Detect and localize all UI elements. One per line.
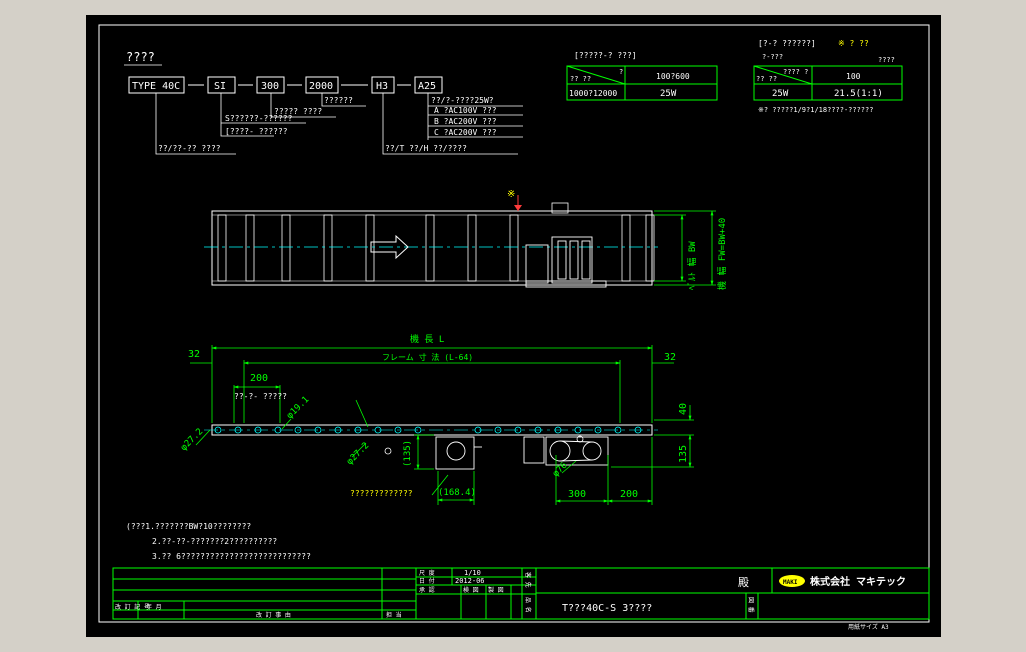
tb-no-label: 図 番: [747, 597, 754, 613]
paper-size: 用紙サイズ A3: [848, 623, 889, 631]
dim-d27-mid: φ27.2: [345, 441, 371, 467]
dim-135-left: (135): [403, 440, 413, 467]
dim-200b: 200: [620, 489, 638, 500]
table-left-row-value: 25W: [660, 89, 677, 99]
side-view: 機 長 L フレーム 寸 法 (L-64) 32 32 200 ??-?- ??…: [179, 333, 694, 505]
note-2: 2.??-??-???????2??????????: [152, 537, 277, 546]
table-left-title: [?????-? ???]: [574, 51, 637, 60]
table-right-row-value: 21.5(1:1): [834, 89, 883, 99]
tb-check: 検 図: [463, 586, 479, 594]
dim-32-right: 32: [664, 352, 676, 363]
tb-customer-suffix: 殿: [738, 576, 749, 589]
motor-note: ?????????????: [350, 489, 413, 498]
model-title: ????: [126, 50, 155, 64]
belt-slat: [509, 214, 519, 282]
table-right-diag-top: ?-???: [762, 53, 783, 61]
code-motor: A25: [418, 81, 436, 92]
dim-d76: φ76: [551, 461, 570, 480]
note-speed: ??/T ??/H ??/????: [385, 144, 467, 153]
tb-date-label: 日 付: [419, 577, 435, 585]
tb-person: 担 当: [386, 611, 402, 619]
note-motor-c: C ?AC200V ???: [434, 128, 497, 137]
belt-slat: [467, 214, 477, 282]
logo-mark: MAKI: [783, 579, 798, 586]
tb-scale-value: 1/10: [464, 569, 481, 577]
dim-length: 機 長 L: [410, 333, 444, 345]
fw-label: 機 幅 FW=BW+40: [716, 218, 728, 290]
dim-32-left: 32: [188, 349, 200, 360]
drive-unit-side: [435, 436, 609, 470]
table-right-col2: 100: [846, 72, 861, 81]
company-name: 株式会社 マキテック: [810, 575, 906, 588]
dim-168: (168.4): [438, 488, 476, 498]
tb-approve: 承 認: [419, 586, 435, 594]
tb-drawing-name: T???40C-S 3????: [562, 603, 652, 614]
note-3: 3.?? 6???????????????????????????: [152, 552, 311, 561]
code-type: TYPE 40C: [132, 81, 180, 92]
tb-name-label: 品 名: [524, 597, 532, 613]
tb-date-value: 2012-06: [455, 577, 485, 585]
note-1: (???1.???????BW?10????????: [126, 522, 251, 531]
model-code-section: ???? TYPE 40C SI 300 2000 H3 A25 ??/??-?…: [124, 50, 523, 155]
dim-d19: φ19.1: [285, 395, 311, 421]
belt-slat: [281, 214, 291, 282]
dim-frame: フレーム 寸 法 (L-64): [382, 352, 473, 362]
note-motor-a: A ?AC100V ???: [434, 106, 497, 115]
dim-135-right: 135: [678, 445, 689, 463]
note-type: ??/??-?? ????: [158, 144, 221, 153]
belt-slat: [365, 214, 375, 282]
belt-slat: [217, 214, 227, 282]
table-left-diag-top: ?: [619, 68, 623, 76]
dim-200: 200: [250, 373, 268, 384]
code-speed: H3: [376, 81, 388, 92]
tb-revision-content: 改 訂 事 由: [256, 611, 291, 619]
table-left-diag-bottom: ?? ??: [570, 75, 591, 83]
belt-slat: [245, 214, 255, 282]
belt-slats: [217, 214, 655, 282]
tension-bolt-left: [384, 447, 392, 455]
dim-d27-left: φ27.2: [179, 427, 205, 453]
ratio-table: [?-? ??????] ※ ? ?? ?-??? ???? ???? ? ??…: [753, 39, 903, 114]
bw-label: ﾍﾞﾙﾄ 幅 BW: [686, 241, 698, 290]
top-view: ※ ﾍﾞﾙﾄ 幅 BW 機 幅 FW=BW+40: [204, 189, 728, 290]
table-right-sub: ????: [878, 56, 895, 64]
company-logo: MAKI: [779, 575, 805, 587]
code-bw: 300: [261, 81, 279, 92]
drive-unit-top: [525, 236, 607, 288]
general-notes: (???1.???????BW?10???????? 2.??-??-?????…: [126, 522, 311, 561]
belt-slat: [645, 214, 655, 282]
tb-revision-label: 改 訂 記 号: [115, 603, 150, 611]
table-right-note-head: ※ ? ??: [838, 39, 869, 48]
tb-customer-label: 客 先: [524, 572, 532, 588]
table-left-col2: 100?600: [656, 72, 690, 81]
dim-40: 40: [678, 403, 689, 415]
table-right-row-label: 25W: [772, 89, 789, 99]
code-si: SI: [214, 81, 226, 92]
note-bw: ????? ????: [274, 107, 322, 116]
belt-slat: [425, 214, 435, 282]
cad-canvas: ???? TYPE 40C SI 300 2000 H3 A25 ??/??-?…: [98, 24, 930, 631]
note-length: ??????: [324, 96, 353, 105]
note-si-b: [????- ??????: [225, 127, 288, 136]
note-motor-b: B ?AC200V ???: [434, 117, 497, 126]
drawing-border: [98, 24, 930, 623]
belt-slat: [323, 214, 333, 282]
return-rollers: [214, 426, 642, 434]
table-right-col1: ?? ??: [756, 75, 777, 83]
dim-300: 300: [568, 489, 586, 500]
code-length: 2000: [309, 81, 333, 92]
table-right-title: [?-? ??????]: [758, 39, 816, 48]
dim-pitch: ??-?- ?????: [234, 392, 287, 401]
belt-slat: [621, 214, 631, 282]
note-motor-head: ??/?-????25W?: [431, 96, 494, 105]
tb-draw: 製 図: [488, 586, 504, 594]
speed-motor-table: [?????-? ???] ? ?? ?? 100?600 1000?12000…: [566, 51, 718, 101]
table-right-footnote: ※? ?????1/9?1/18????-??????: [758, 106, 873, 114]
tb-scale-label: 尺 度: [419, 569, 435, 577]
drawing-sheet: ???? TYPE 40C SI 300 2000 H3 A25 ??/??-?…: [86, 15, 941, 637]
tb-rev-date: 年 月: [146, 603, 162, 611]
marker-top: ※: [507, 189, 515, 200]
table-left-row-label: 1000?12000: [569, 89, 617, 98]
table-right-diag-label: ???? ?: [783, 68, 808, 76]
